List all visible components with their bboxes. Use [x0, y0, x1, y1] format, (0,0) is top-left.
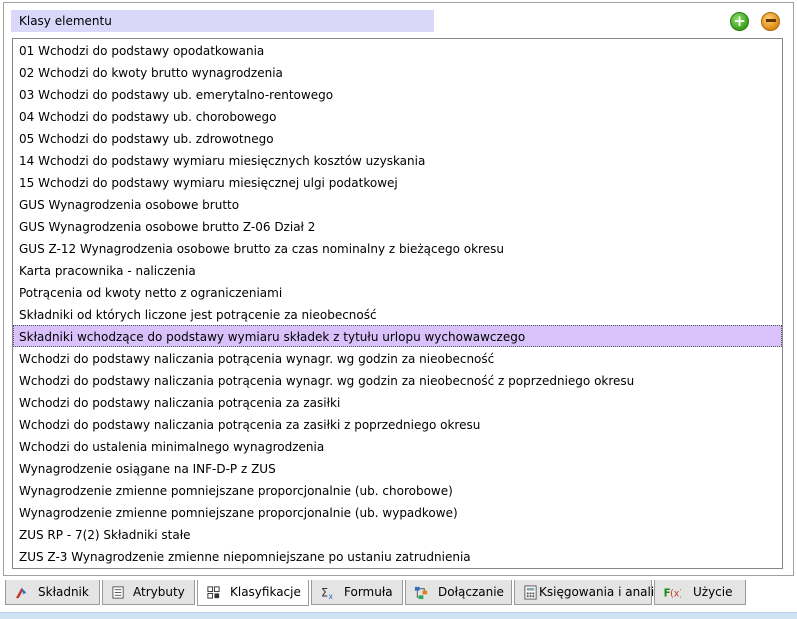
tab-dolaczanie[interactable]: Dołączanie: [405, 580, 512, 605]
status-strip: [0, 612, 797, 619]
add-class-button[interactable]: +: [730, 12, 749, 31]
ksiegowania-icon: [524, 585, 537, 600]
list-item-selected[interactable]: Składniki wchodzące do podstawy wymiaru …: [13, 325, 782, 347]
list-item[interactable]: ZUS RP - 7(2) Składniki stałe: [13, 523, 782, 545]
tab-ksiegowania[interactable]: Księgowania i analizy: [514, 580, 668, 605]
classes-panel: Klasy elementu + 01 Wchodzi do podstawy …: [3, 2, 794, 576]
tab-label: Użycie: [693, 585, 733, 599]
tab-label: Dołączanie: [438, 585, 504, 599]
tab-bar: Składnik Atrybuty Klasyfikacje Σ x Formu…: [3, 580, 794, 606]
remove-class-button[interactable]: [761, 12, 780, 31]
tab-label: Klasyfikacje: [230, 585, 301, 599]
tab-label: Formuła: [344, 585, 393, 599]
tab-atrybuty[interactable]: Atrybuty: [102, 580, 195, 605]
minus-circle-icon: [765, 19, 776, 22]
tab-label: Składnik: [38, 585, 89, 599]
tab-uzycie[interactable]: F (x) Użycie: [654, 580, 746, 605]
list-item[interactable]: Karta pracownika - naliczenia: [13, 259, 782, 281]
list-item[interactable]: GUS Wynagrodzenia osobowe brutto: [13, 193, 782, 215]
list-item[interactable]: Składniki od których liczone jest potrąc…: [13, 303, 782, 325]
panel-title: Klasy elementu: [11, 10, 434, 32]
list-item[interactable]: 03 Wchodzi do podstawy ub. emerytalno-re…: [13, 83, 782, 105]
atrybuty-icon: [112, 586, 124, 599]
svg-text:Σ: Σ: [321, 586, 328, 599]
list-item[interactable]: Wchodzi do podstawy naliczania potrąceni…: [13, 413, 782, 435]
klasyfikacje-icon: [207, 586, 220, 599]
list-item[interactable]: Wchodzi do podstawy naliczania potrąceni…: [13, 391, 782, 413]
tab-formula[interactable]: Σ x Formuła: [311, 580, 403, 605]
tab-skladnik[interactable]: Składnik: [5, 580, 100, 605]
list-item[interactable]: GUS Z-12 Wynagrodzenia osobowe brutto za…: [13, 237, 782, 259]
list-item[interactable]: 02 Wchodzi do kwoty brutto wynagrodzenia: [13, 61, 782, 83]
dolaczanie-icon: [414, 586, 428, 600]
uzycie-icon: F (x): [664, 587, 681, 599]
list-item[interactable]: Wchodzi do podstawy naliczania potrąceni…: [13, 347, 782, 369]
list-item[interactable]: 15 Wchodzi do podstawy wymiaru miesięczn…: [13, 171, 782, 193]
list-item[interactable]: GUS Wynagrodzenia osobowe brutto Z-06 Dz…: [13, 215, 782, 237]
tab-klasyfikacje[interactable]: Klasyfikacje: [197, 580, 309, 606]
list-item[interactable]: 01 Wchodzi do podstawy opodatkowania: [13, 39, 782, 61]
list-item[interactable]: Wchodzi do podstawy naliczania potrąceni…: [13, 369, 782, 391]
list-item[interactable]: Wynagrodzenie zmienne pomniejszane propo…: [13, 479, 782, 501]
list-item[interactable]: 14 Wchodzi do podstawy wymiaru miesięczn…: [13, 149, 782, 171]
plus-circle-icon: +: [733, 12, 746, 30]
list-item[interactable]: 04 Wchodzi do podstawy ub. chorobowego: [13, 105, 782, 127]
formula-icon: Σ x: [321, 586, 334, 600]
classes-list[interactable]: 01 Wchodzi do podstawy opodatkowania 02 …: [12, 38, 783, 569]
list-item[interactable]: ZUS Z-3 Wynagrodzenie zmienne niepomniej…: [13, 545, 782, 567]
list-item[interactable]: Wynagrodzenie zmienne pomniejszane propo…: [13, 501, 782, 523]
svg-text:x: x: [328, 592, 333, 600]
list-item[interactable]: Wchodzi do ustalenia minimalnego wynagro…: [13, 435, 782, 457]
list-item[interactable]: 05 Wchodzi do podstawy ub. zdrowotnego: [13, 127, 782, 149]
tab-label: Atrybuty: [133, 585, 185, 599]
tab-label: Księgowania i analizy: [539, 585, 668, 599]
skladnik-icon: [15, 587, 27, 599]
svg-text:(x): (x): [670, 588, 681, 599]
list-item[interactable]: Wynagrodzenie osiągane na INF-D-P z ZUS: [13, 457, 782, 479]
list-item[interactable]: Potrącenia od kwoty netto z ograniczenia…: [13, 281, 782, 303]
